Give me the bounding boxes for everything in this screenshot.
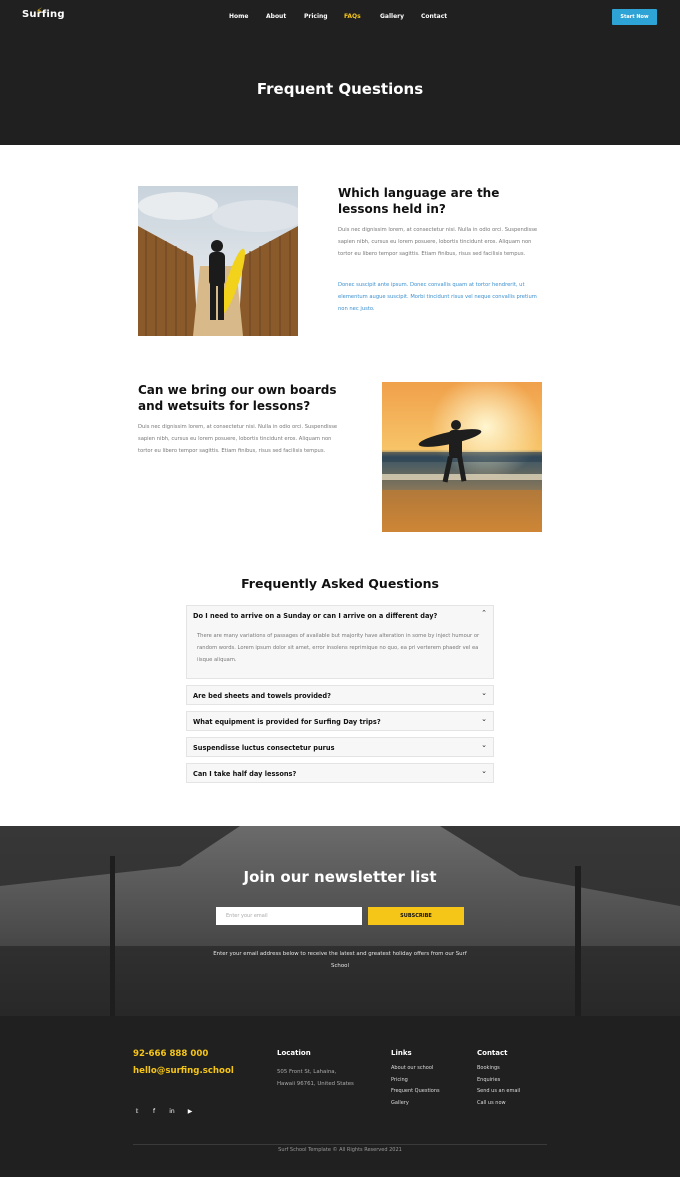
- faq-question[interactable]: What equipment is provided for Surfing D…: [193, 712, 381, 732]
- nav-pricing[interactable]: Pricing: [304, 13, 328, 20]
- nav-home[interactable]: Home: [229, 13, 248, 20]
- faq-item-expanded[interactable]: Do I need to arrive on a Sunday or can I…: [186, 605, 494, 679]
- faq-item[interactable]: Can I take half day lessons? ⌄: [186, 763, 494, 783]
- location-heading: Location: [277, 1049, 311, 1057]
- faq-2-text: Duis nec dignissim lorem, at consectetur…: [138, 424, 338, 454]
- address-line-2: Hawaii 96761, United States: [277, 1081, 354, 1087]
- logo-mark-icon: ⚡: [36, 7, 43, 17]
- chevron-down-icon[interactable]: ⌄: [481, 686, 487, 700]
- contact-heading: Contact: [477, 1049, 508, 1057]
- youtube-icon[interactable]: ▶: [185, 1108, 195, 1118]
- hero-header: ⚡ Surfing Home About Pricing FAQs Galler…: [0, 0, 680, 145]
- contact-link[interactable]: Bookings: [477, 1065, 500, 1071]
- faq-question[interactable]: Are bed sheets and towels provided?: [193, 686, 331, 706]
- chevron-down-icon[interactable]: ⌄: [481, 764, 487, 778]
- logo[interactable]: ⚡ Surfing: [22, 7, 65, 20]
- email-input[interactable]: Enter your email: [216, 907, 362, 925]
- chevron-up-icon[interactable]: ⌃: [481, 606, 487, 620]
- logo-text: Surfing: [22, 9, 65, 20]
- contact-link[interactable]: Enquiries: [477, 1077, 500, 1083]
- address-line-1: 505 Front St, Lahaina,: [277, 1069, 337, 1075]
- footer-link[interactable]: Pricing: [391, 1077, 408, 1083]
- faq-item[interactable]: Are bed sheets and towels provided? ⌄: [186, 685, 494, 705]
- newsletter-text: Enter your email address below to receiv…: [213, 951, 467, 969]
- footer-divider: [133, 1144, 547, 1145]
- nav-contact[interactable]: Contact: [421, 13, 447, 20]
- page-title: Frequent Questions: [256, 80, 424, 98]
- footer: 92-666 888 000 hello@surfing.school 𝕥 f …: [0, 1016, 680, 1177]
- links-heading: Links: [391, 1049, 412, 1057]
- subscribe-button[interactable]: SUBSCRIBE: [368, 907, 464, 925]
- facebook-icon[interactable]: f: [149, 1108, 159, 1118]
- contact-link[interactable]: Call us now: [477, 1100, 506, 1106]
- footer-link[interactable]: About our school: [391, 1065, 433, 1071]
- faq-item[interactable]: What equipment is provided for Surfing D…: [186, 711, 494, 731]
- faq-1-link-text[interactable]: Donec suscipit ante ipsum. Donec convall…: [338, 279, 544, 315]
- faq-question[interactable]: Can I take half day lessons?: [193, 764, 296, 784]
- faq-1-text: Duis nec dignissim lorem, at consectetur…: [338, 227, 538, 257]
- copyright: Surf School Template © All Rights Reserv…: [278, 1147, 402, 1153]
- footer-link[interactable]: Gallery: [391, 1100, 409, 1106]
- email-link[interactable]: hello@surfing.school: [133, 1066, 234, 1076]
- footer-link[interactable]: Frequent Questions: [391, 1088, 440, 1094]
- twitter-icon[interactable]: 𝕥: [132, 1108, 142, 1118]
- nav-gallery[interactable]: Gallery: [380, 13, 404, 20]
- faq-item[interactable]: Suspendisse luctus consectetur purus ⌄: [186, 737, 494, 757]
- newsletter-title: Join our newsletter list: [243, 868, 437, 886]
- faq-question[interactable]: Do I need to arrive on a Sunday or can I…: [193, 606, 437, 626]
- faq-question[interactable]: Suspendisse luctus consectetur purus: [193, 738, 335, 758]
- linkedin-icon[interactable]: in: [167, 1108, 177, 1118]
- phone-number[interactable]: 92-666 888 000: [133, 1049, 208, 1059]
- faq-2-title: Can we bring our own boards and wetsuits…: [138, 383, 337, 413]
- contact-link[interactable]: Send us an email: [477, 1088, 520, 1094]
- chevron-down-icon[interactable]: ⌄: [481, 712, 487, 726]
- nav-faqs[interactable]: FAQs: [344, 13, 361, 20]
- newsletter-section: Join our newsletter list Enter your emai…: [0, 826, 680, 1016]
- faq-answer: There are many variations of passages of…: [197, 633, 480, 663]
- faq-1-title: Which language are the lessons held in?: [338, 186, 500, 216]
- sunset-surfer-photo: [382, 382, 542, 532]
- start-now-button[interactable]: Start Now: [612, 9, 657, 25]
- surfer-boardwalk-photo: [138, 186, 298, 336]
- nav-about[interactable]: About: [266, 13, 286, 20]
- faq-heading: Frequently Asked Questions: [241, 576, 439, 591]
- chevron-down-icon[interactable]: ⌄: [481, 738, 487, 752]
